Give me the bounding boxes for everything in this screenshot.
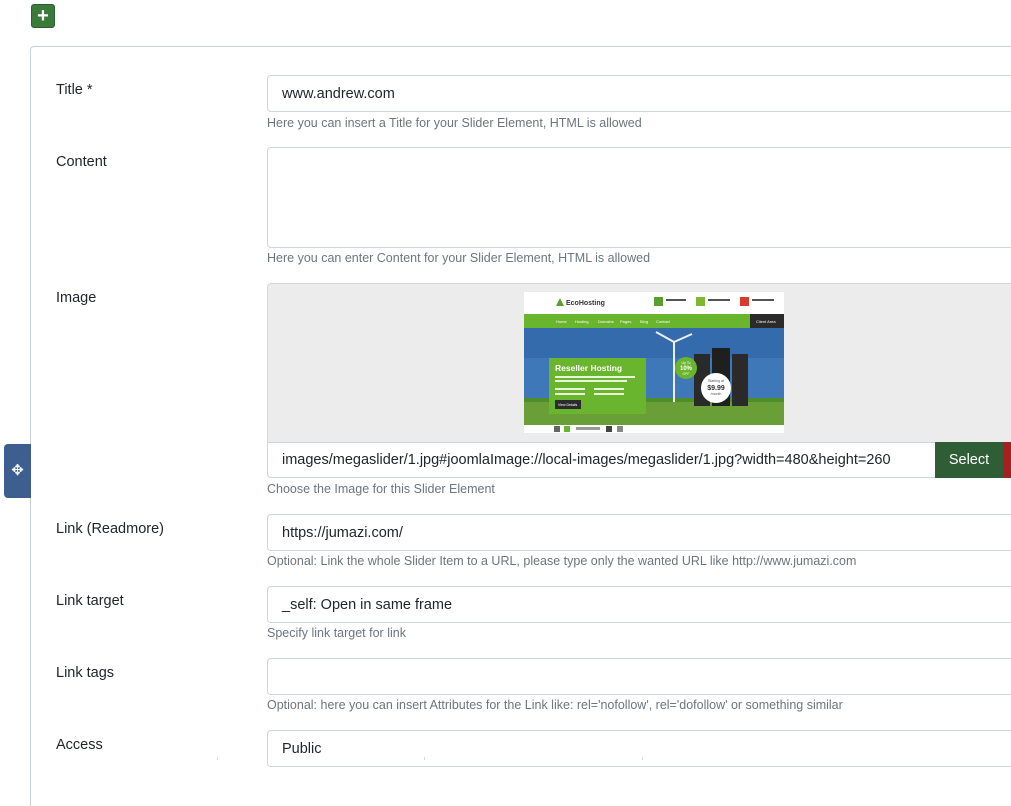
link-input-value: https://jumazi.com/ [282, 524, 403, 541]
drag-handle-move-icon[interactable]: ✥ [4, 444, 31, 498]
access-label: Access [56, 737, 103, 753]
link-help: Optional: Link the whole Slider Item to … [267, 554, 857, 568]
title-input-value: www.andrew.com [282, 85, 395, 102]
image-path-value: images/megaslider/1.jpg#joomlaImage://lo… [282, 452, 891, 468]
preview-client-area: Client Area [756, 319, 776, 324]
link-target-select[interactable]: _self: Open in same frame [267, 586, 1011, 623]
image-help: Choose the Image for this Slider Element [267, 482, 495, 496]
add-slide-button[interactable]: + [31, 4, 55, 28]
image-clear-button[interactable] [1003, 442, 1011, 478]
access-value: Public [282, 740, 322, 757]
preview-badge-top: Up To [681, 361, 690, 365]
content-textarea[interactable] [267, 147, 1011, 248]
image-select-button[interactable]: Select [935, 442, 1003, 478]
preview-nav-domains: Domains [598, 319, 614, 324]
link-input[interactable]: https://jumazi.com/ [267, 514, 1011, 551]
preview-nav-blog: Blog [640, 319, 648, 324]
preview-nav-contact: Contact [656, 319, 671, 324]
preview-price-bottom: /month [711, 392, 722, 396]
image-label: Image [56, 290, 97, 306]
image-path-input[interactable]: images/megaslider/1.jpg#joomlaImage://lo… [267, 442, 936, 478]
content-help: Here you can enter Content for your Slid… [267, 251, 651, 265]
preview-nav-home: Home [556, 319, 567, 324]
link-tags-label: Link tags [56, 665, 115, 681]
title-input[interactable]: www.andrew.com [267, 75, 1011, 112]
content-label: Content [56, 154, 107, 170]
access-select[interactable]: Public [267, 730, 1011, 767]
link-tags-help: Optional: here you can insert Attributes… [267, 698, 843, 712]
preview-headline: Reseller Hosting [555, 363, 622, 373]
link-target-value: _self: Open in same frame [282, 596, 453, 613]
link-label: Link (Readmore) [56, 521, 164, 537]
image-field-row: images/megaslider/1.jpg#joomlaImage://lo… [267, 442, 1011, 478]
preview-badge-bottom: OFF [683, 372, 690, 376]
preview-nav-pages: Pages [620, 319, 631, 324]
preview-button-text: View Details [558, 403, 577, 407]
preview-price: $9.99 [707, 385, 725, 392]
title-help: Here you can insert a Title for your Sli… [267, 116, 642, 130]
preview-nav-hosting: Hosting [575, 319, 589, 324]
title-label: Title * [56, 82, 93, 98]
link-target-help: Specify link target for link [267, 626, 406, 640]
link-tags-input[interactable] [267, 658, 1011, 695]
preview-brand: EcoHosting [566, 300, 605, 307]
preview-price-top: Starting at [708, 379, 724, 383]
link-target-label: Link target [56, 593, 124, 609]
image-preview-thumbnail: EcoHosting Home Hosting Domains Pages Bl… [524, 292, 784, 433]
